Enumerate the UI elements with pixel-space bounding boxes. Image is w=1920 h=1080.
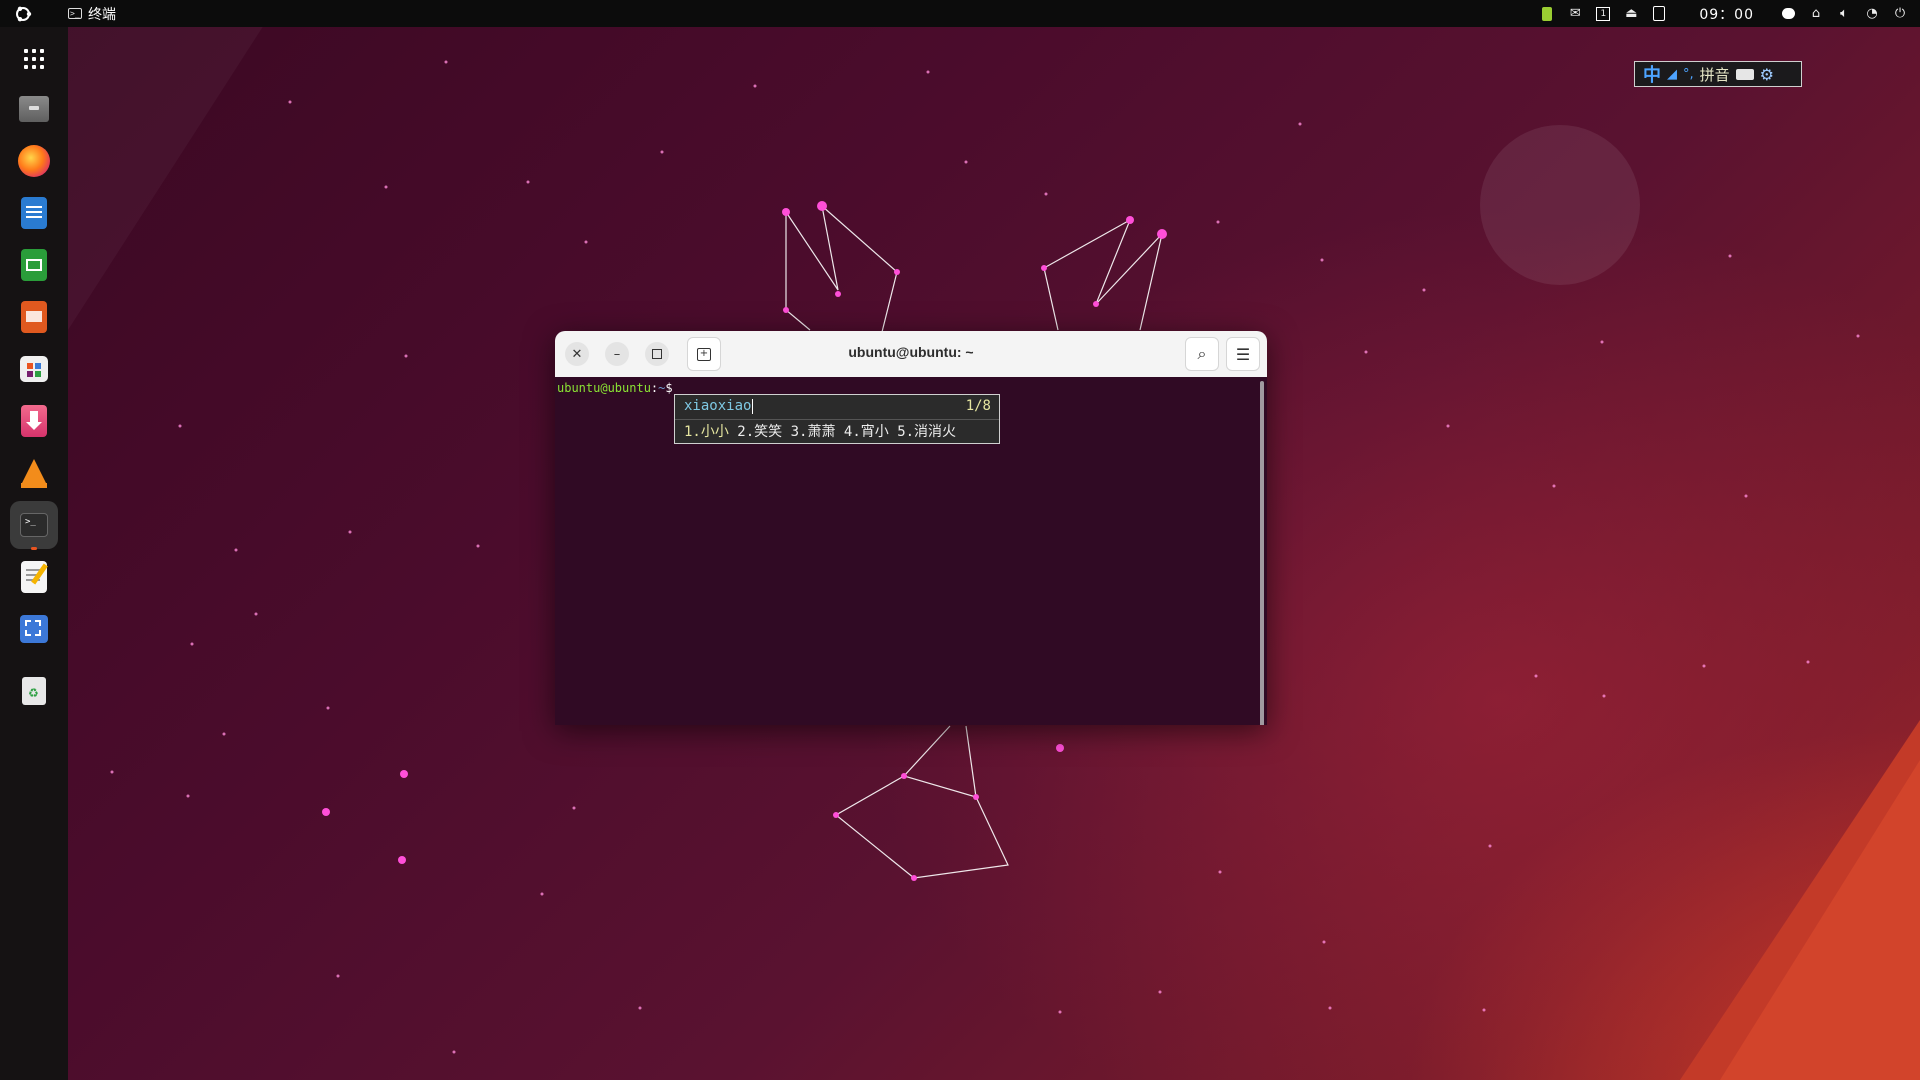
preedit-text: xiaoxiao	[684, 398, 754, 414]
ime-icon[interactable]	[1537, 0, 1557, 27]
prompt-user: ubuntu@ubuntu	[557, 381, 651, 395]
candidate-item[interactable]: 2.笑笑	[737, 424, 782, 440]
dock-trash[interactable]: ♻	[10, 667, 58, 715]
firefox-icon	[18, 145, 50, 177]
dock-calc[interactable]	[10, 241, 58, 289]
calc-icon	[21, 249, 47, 281]
timer-icon[interactable]: ◔	[1862, 0, 1882, 27]
clock[interactable]: 09：00	[1699, 4, 1754, 24]
ime-mode-toggle[interactable]: 中	[1643, 61, 1661, 87]
mail-icon[interactable]: ✉	[1565, 0, 1585, 27]
network-icon[interactable]: ⌂	[1806, 0, 1826, 27]
apps-grid-icon	[24, 49, 44, 69]
files-icon	[19, 96, 49, 122]
app-center-icon	[20, 356, 48, 382]
dock-installer[interactable]	[10, 397, 58, 445]
system-tray: ✉ 1 ⏏ 09：00 ⌂ 🔈︎ ◔ ⏻	[1533, 0, 1920, 27]
ime-candidate-popup: xiaoxiao 1/8 1.小小 2.笑笑 3.萧萧 4.宵小 5.消消火	[674, 394, 1000, 444]
writer-icon	[21, 197, 47, 229]
dock-terminal[interactable]: >_	[10, 501, 58, 550]
dock-screenshot[interactable]	[10, 605, 58, 653]
candidate-item[interactable]: 3.萧萧	[791, 424, 836, 440]
dock: >_ ♻	[0, 27, 68, 1080]
dock-firefox[interactable]	[10, 137, 58, 185]
punctuation-icon[interactable]: °,	[1683, 67, 1694, 82]
trash-icon: ♻	[22, 677, 46, 705]
ime-toolbar[interactable]: 中 ◢ °, 拼音 ⚙	[1634, 61, 1802, 87]
impress-icon	[21, 301, 47, 333]
hamburger-menu-icon: ☰	[1235, 344, 1251, 364]
dock-vlc[interactable]	[10, 449, 58, 497]
candidate-item[interactable]: 5.消消火	[897, 424, 956, 440]
text-editor-icon	[21, 561, 48, 593]
candidate-preedit-row: xiaoxiao 1/8	[675, 395, 999, 420]
app-menu-label: 终端	[88, 6, 116, 23]
candidate-page[interactable]: 1/8	[966, 398, 991, 414]
prompt-symbol: $	[665, 381, 673, 395]
vlc-icon	[19, 457, 49, 489]
window-title: ubuntu@ubuntu: ~	[848, 344, 974, 360]
menu-button[interactable]: ☰	[1226, 337, 1260, 371]
app-menu[interactable]: >_ 终端	[46, 4, 116, 24]
window-titlebar[interactable]: ✕ – + ubuntu@ubuntu: ~ ⌕ ☰	[555, 331, 1267, 377]
candidate-item[interactable]: 1.小小	[684, 424, 729, 440]
clipboard-icon[interactable]	[1649, 0, 1669, 27]
screenshot-icon	[20, 615, 48, 643]
ime-pinyin-label[interactable]: 拼音	[1700, 64, 1730, 85]
dock-writer[interactable]	[10, 189, 58, 237]
terminal-icon: >_	[20, 513, 48, 537]
show-apps-button[interactable]	[10, 35, 58, 83]
dock-text-editor[interactable]	[10, 553, 58, 601]
text-cursor	[752, 398, 754, 414]
candidate-item[interactable]: 4.宵小	[844, 424, 889, 440]
preedit-value: xiaoxiao	[684, 398, 752, 414]
running-indicator	[31, 547, 37, 550]
installer-icon	[21, 405, 47, 437]
settings-gear-icon[interactable]: ⚙	[1760, 65, 1774, 84]
scrollbar[interactable]	[1260, 381, 1264, 725]
chat-icon[interactable]	[1778, 0, 1798, 27]
search-button[interactable]: ⌕	[1185, 337, 1219, 371]
ubuntu-logo-icon	[16, 6, 32, 21]
dock-app-center[interactable]	[10, 345, 58, 393]
power-icon[interactable]: ⏻	[1890, 0, 1910, 27]
eject-icon[interactable]: ⏏	[1621, 0, 1641, 27]
candidate-list: 1.小小 2.笑笑 3.萧萧 4.宵小 5.消消火	[684, 421, 956, 441]
top-bar: >_ 终端 ✉ 1 ⏏ 09：00 ⌂ 🔈︎ ◔ ⏻	[0, 0, 1920, 27]
terminal-window: ✕ – + ubuntu@ubuntu: ~ ⌕ ☰ ubuntu@ubuntu…	[555, 331, 1267, 725]
keyboard-icon[interactable]	[1735, 68, 1754, 80]
dock-impress[interactable]	[10, 293, 58, 341]
dock-files[interactable]	[10, 85, 58, 133]
half-width-icon[interactable]: ◢	[1667, 67, 1677, 82]
search-icon: ⌕	[1197, 344, 1207, 363]
volume-icon[interactable]: 🔈︎	[1834, 0, 1854, 27]
activities-button[interactable]	[0, 0, 46, 27]
terminal-small-icon: >_	[68, 8, 82, 19]
workspace-icon[interactable]: 1	[1593, 0, 1613, 27]
shell-prompt: ubuntu@ubuntu:~$	[557, 381, 673, 395]
